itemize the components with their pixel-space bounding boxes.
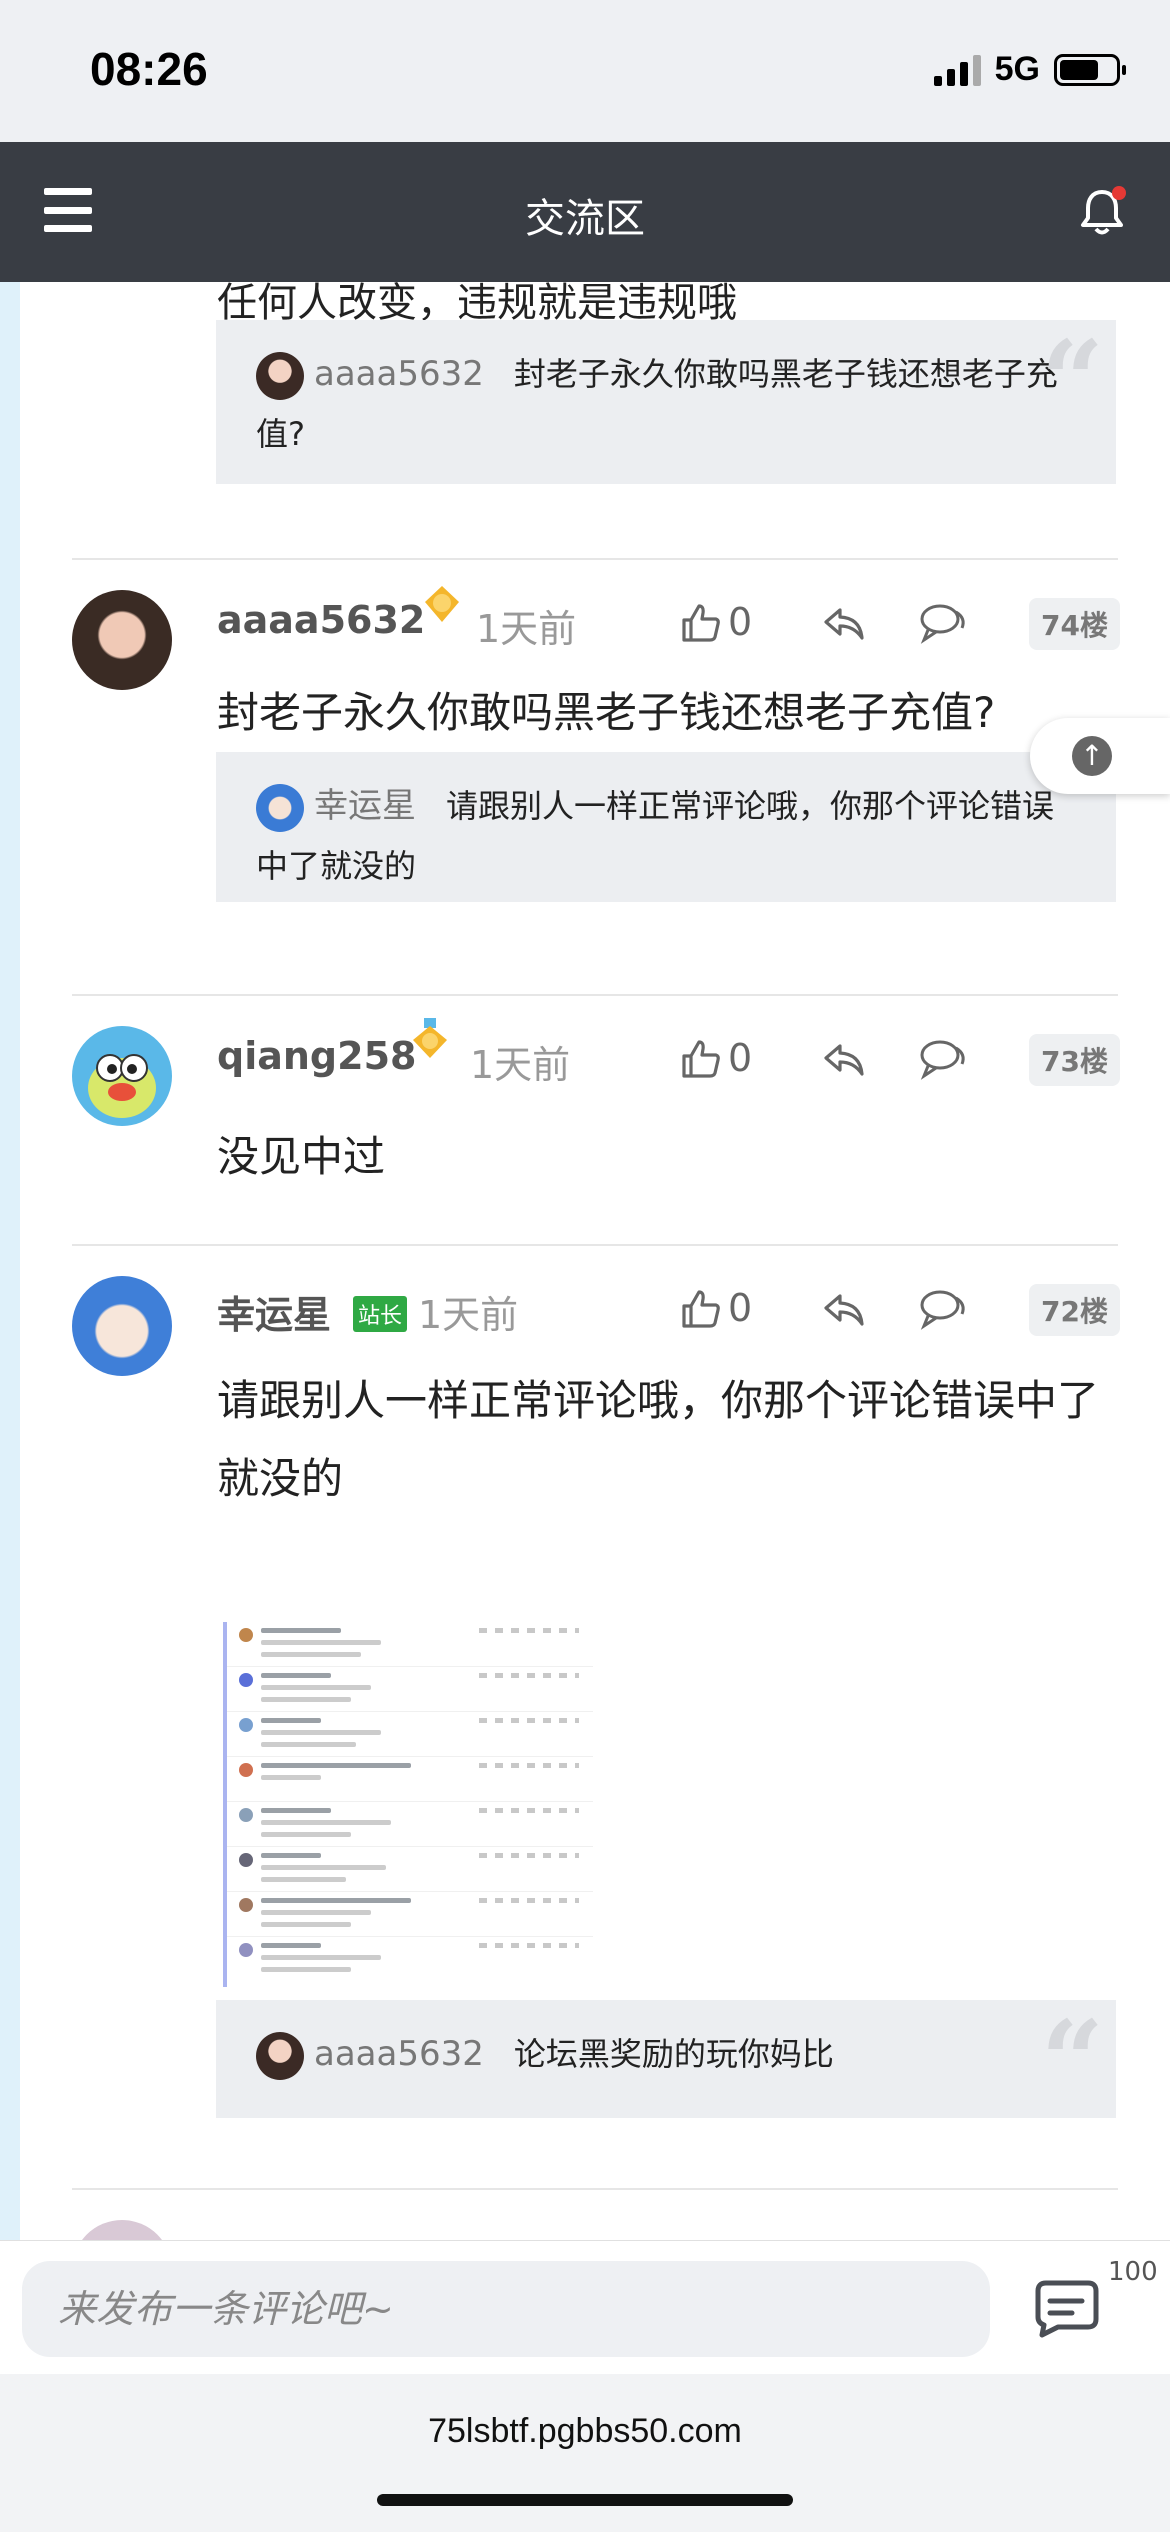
- scroll-to-top-button[interactable]: ↑: [1030, 718, 1170, 794]
- avatar[interactable]: [72, 590, 172, 690]
- level-medal-icon: [413, 1018, 447, 1058]
- username[interactable]: aaaa5632: [217, 598, 425, 642]
- post-text: 没见中过: [217, 1132, 386, 1181]
- comment-icon[interactable]: [918, 1288, 968, 1330]
- signal-icon: [933, 54, 981, 86]
- app-header: 交流区: [0, 142, 1170, 282]
- divider: [72, 994, 1118, 996]
- notification-bell-icon[interactable]: [1072, 182, 1132, 242]
- arrow-up-icon: ↑: [1072, 736, 1112, 776]
- status-bar: 08:26 5G: [0, 0, 1170, 142]
- battery-icon: [1054, 53, 1126, 86]
- avatar[interactable]: [72, 1276, 172, 1376]
- quoted-reply[interactable]: “ aaaa5632 论坛黑奖励的玩你妈比: [216, 2000, 1116, 2118]
- quote-username[interactable]: aaaa5632: [314, 354, 484, 394]
- comment-list[interactable]: 任何人改变，违规就是违规哦 “ aaaa5632 封老子永久你敢吗黑老子钱还想老子…: [20, 282, 1170, 2240]
- quote-username[interactable]: 幸运星: [314, 786, 416, 826]
- divider: [72, 1244, 1118, 1246]
- home-indicator[interactable]: [377, 2494, 793, 2506]
- like-count: 0: [728, 1036, 753, 1080]
- avatar-character-icon: [88, 1054, 156, 1118]
- comment-icon[interactable]: [918, 602, 968, 644]
- quote-avatar: [256, 2032, 304, 2080]
- comment-count: 100: [1108, 2257, 1158, 2287]
- quoted-reply[interactable]: 幸运星 请跟别人一样正常评论哦，你那个评论错误中了就没的: [216, 752, 1116, 902]
- post-text: 请跟别人一样正常评论哦，你那个评论错误中了就没的: [217, 1376, 1100, 1503]
- divider: [72, 558, 1118, 560]
- like-count: 0: [728, 1286, 753, 1330]
- reply-icon[interactable]: [822, 1040, 866, 1080]
- like-count: 0: [728, 600, 753, 644]
- avatar[interactable]: [72, 2220, 172, 2240]
- post-actions: 0 72楼: [680, 1284, 1120, 1336]
- status-indicators: 5G: [933, 50, 1126, 89]
- quote-avatar: [256, 784, 304, 832]
- username[interactable]: qiang258: [217, 1034, 416, 1078]
- network-type: 5G: [994, 50, 1040, 88]
- post-text: 封老子永久你敢吗黑老子钱还想老子充值?: [217, 688, 996, 737]
- like-icon[interactable]: [680, 602, 722, 644]
- username[interactable]: 幸运星: [217, 1284, 331, 1339]
- url-text[interactable]: 75lsbtf.pgbbs50.com: [0, 2412, 1170, 2451]
- browser-url-bar: 75lsbtf.pgbbs50.com: [0, 2374, 1170, 2532]
- quote-text: 论坛黑奖励的玩你妈比: [513, 2035, 834, 2073]
- like-icon[interactable]: [680, 1038, 722, 1080]
- post-time: 1天前: [476, 607, 577, 651]
- post-time: 1天前: [470, 1043, 571, 1087]
- quoted-reply[interactable]: “ aaaa5632 封老子永久你敢吗黑老子钱还想老子充值?: [216, 320, 1116, 484]
- quote-username[interactable]: aaaa5632: [314, 2034, 484, 2074]
- post-actions: 0 73楼: [680, 1034, 1120, 1086]
- floor-number: 72楼: [1029, 1284, 1120, 1336]
- reply-icon[interactable]: [822, 1290, 866, 1330]
- quote-avatar: [256, 352, 304, 400]
- divider: [72, 2188, 1118, 2190]
- quote-mark-icon: “: [1040, 316, 1104, 445]
- post-actions: 0 74楼: [680, 598, 1120, 650]
- floor-number: 73楼: [1029, 1034, 1120, 1086]
- chat-bubble-icon[interactable]: [1032, 2275, 1102, 2339]
- status-time: 08:26: [90, 43, 208, 95]
- left-edge: [0, 282, 20, 2240]
- comment-input[interactable]: 来发布一条评论吧~: [22, 2261, 990, 2357]
- reply-icon[interactable]: [822, 604, 866, 644]
- attached-screenshot-image[interactable]: [223, 1622, 593, 1987]
- page-title: 交流区: [525, 196, 645, 242]
- quote-mark-icon: “: [1040, 1996, 1104, 2125]
- comment-input-bar: 来发布一条评论吧~ 100: [0, 2240, 1170, 2374]
- post-time: 1天前: [418, 1293, 519, 1337]
- level-medal-icon: [425, 586, 459, 622]
- avatar[interactable]: [72, 1026, 172, 1126]
- like-icon[interactable]: [680, 1288, 722, 1330]
- admin-badge: 站长: [353, 1296, 408, 1332]
- comment-icon[interactable]: [918, 1038, 968, 1080]
- notification-dot: [1112, 186, 1126, 200]
- floor-number: 74楼: [1029, 598, 1120, 650]
